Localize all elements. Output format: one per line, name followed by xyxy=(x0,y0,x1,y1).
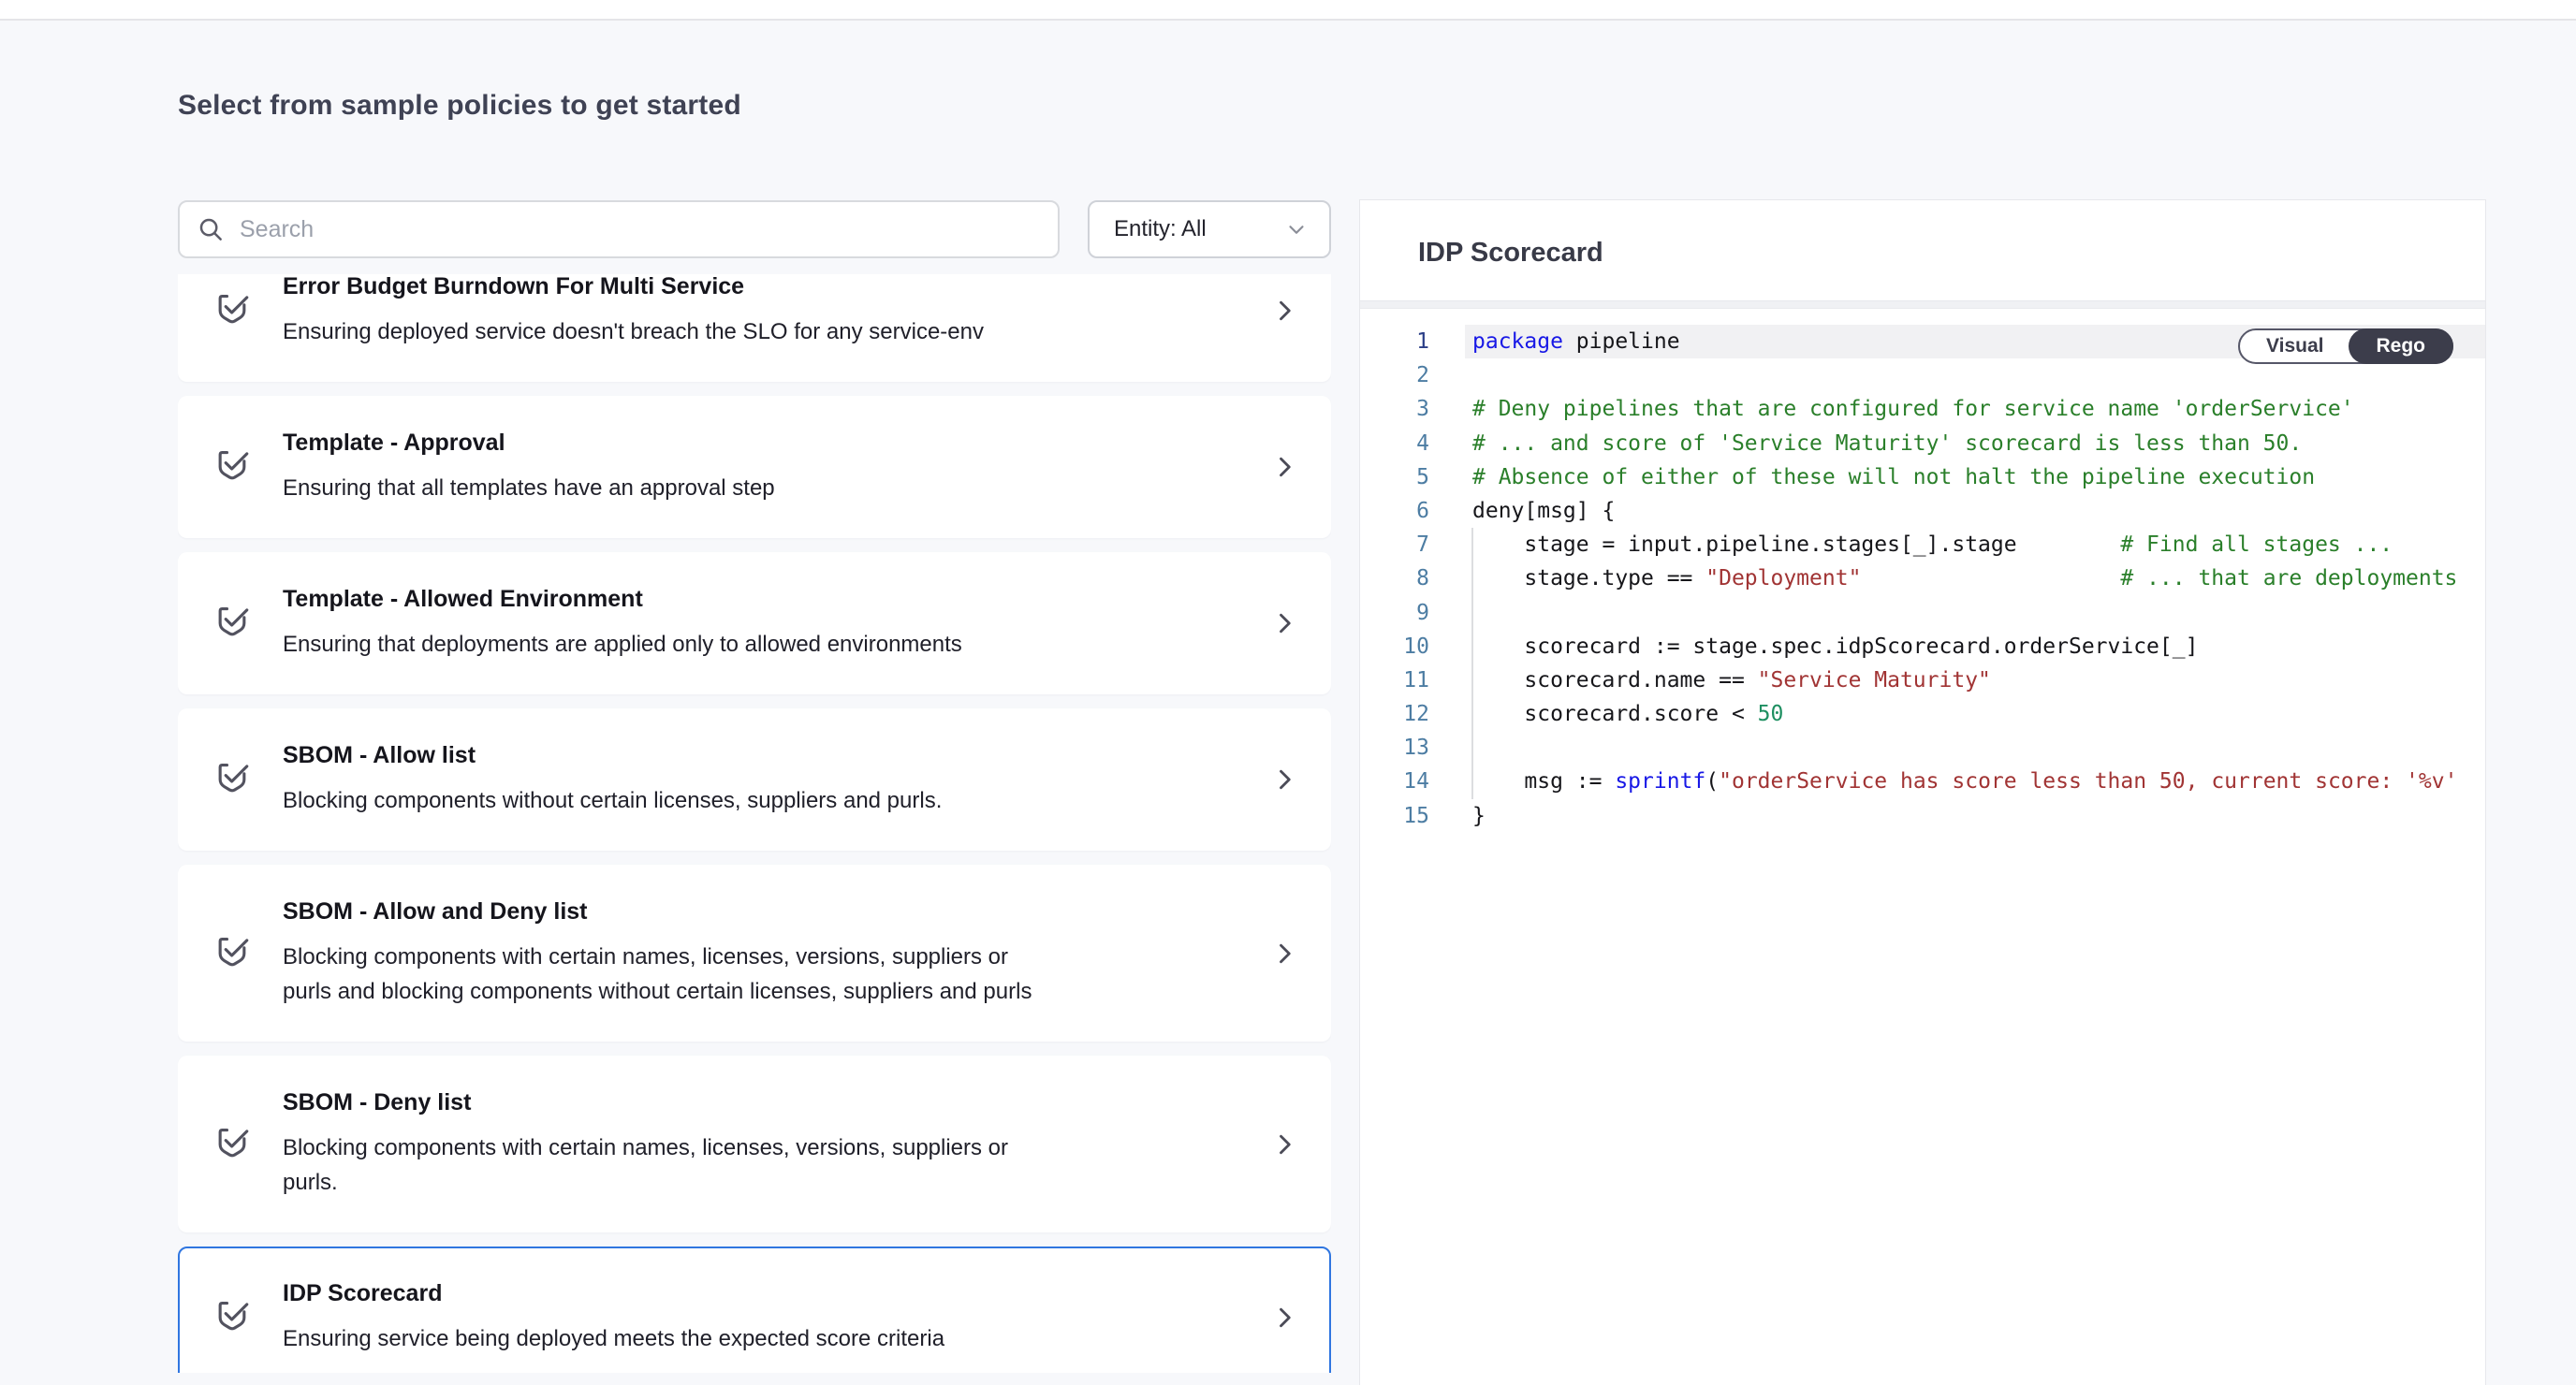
preview-panel: IDP Scorecard Visual Rego 1package pipel… xyxy=(1359,199,2486,1385)
preview-header-divider xyxy=(1360,300,2485,309)
policy-title: Template - Approval xyxy=(283,429,1271,458)
line-number: 5 xyxy=(1360,460,1429,494)
chevron-right-icon[interactable] xyxy=(1271,765,1297,795)
search-box[interactable] xyxy=(178,200,1060,258)
entity-filter-dropdown[interactable]: Entity: All xyxy=(1088,200,1331,258)
policy-title: SBOM - Allow list xyxy=(283,741,1271,770)
page-title: Select from sample policies to get start… xyxy=(178,90,741,122)
line-number: 1 xyxy=(1360,325,1429,358)
shield-check-icon xyxy=(212,445,253,489)
line-number: 15 xyxy=(1360,799,1429,833)
chevron-right-icon[interactable] xyxy=(1271,452,1297,482)
view-toggle[interactable]: Visual Rego xyxy=(2238,328,2453,364)
chevron-right-icon[interactable] xyxy=(1271,1303,1297,1333)
line-number: 6 xyxy=(1360,494,1429,528)
code-line[interactable]: 6deny[msg] { xyxy=(1360,494,2485,528)
policy-title: SBOM - Allow and Deny list xyxy=(283,897,1271,926)
line-number: 2 xyxy=(1360,358,1429,392)
code-line[interactable]: 12 scorecard.score < 50 xyxy=(1360,697,2485,731)
shield-check-icon xyxy=(212,601,253,646)
code-line[interactable]: 14 msg := sprintf("orderService has scor… xyxy=(1360,765,2485,798)
line-number: 14 xyxy=(1360,765,1429,798)
shield-check-icon xyxy=(212,931,253,976)
chevron-down-icon xyxy=(1284,217,1309,241)
code-line[interactable]: 8 stage.type == "Deployment" # ... that … xyxy=(1360,561,2485,595)
line-number: 12 xyxy=(1360,697,1429,731)
preview-title: IDP Scorecard xyxy=(1418,238,2485,269)
line-number: 11 xyxy=(1360,663,1429,697)
toggle-rego[interactable]: Rego xyxy=(2349,328,2454,364)
policy-card-text: Template - Allowed Environment Ensuring … xyxy=(283,585,1271,662)
shield-check-icon xyxy=(212,288,253,333)
code-line[interactable]: 10 scorecard := stage.spec.idpScorecard.… xyxy=(1360,630,2485,663)
line-number: 8 xyxy=(1360,561,1429,595)
chevron-right-icon[interactable] xyxy=(1271,296,1297,326)
policy-card[interactable]: SBOM - Allow list Blocking components wi… xyxy=(178,708,1331,851)
shield-check-icon xyxy=(212,1295,253,1340)
policy-card[interactable]: SBOM - Deny list Blocking components wit… xyxy=(178,1056,1331,1232)
code-line[interactable]: 5# Absence of either of these will not h… xyxy=(1360,460,2485,494)
policy-card-text: Template - Approval Ensuring that all te… xyxy=(283,429,1271,505)
code-editor[interactable]: 1package pipeline23# Deny pipelines that… xyxy=(1360,309,2485,833)
policy-card-text: SBOM - Allow and Deny list Blocking comp… xyxy=(283,897,1271,1009)
policy-description: Ensuring that deployments are applied on… xyxy=(283,627,1050,662)
policy-description: Ensuring service being deployed meets th… xyxy=(283,1321,1050,1356)
policy-title: SBOM - Deny list xyxy=(283,1088,1271,1117)
entity-filter-label: Entity: All xyxy=(1114,216,1284,242)
policy-card[interactable]: SBOM - Allow and Deny list Blocking comp… xyxy=(178,865,1331,1042)
search-icon xyxy=(197,215,225,243)
policy-card[interactable]: Template - Allowed Environment Ensuring … xyxy=(178,552,1331,694)
line-number: 3 xyxy=(1360,392,1429,426)
code-line[interactable]: 9 xyxy=(1360,596,2485,630)
policy-description: Blocking components with certain names, … xyxy=(283,940,1050,1009)
preview-header: IDP Scorecard xyxy=(1360,200,2485,300)
policy-card-text: Error Budget Burndown For Multi Service … xyxy=(283,274,1271,349)
controls-row: Entity: All xyxy=(178,200,1331,258)
policy-description: Blocking components with certain names, … xyxy=(283,1130,1050,1200)
line-number: 4 xyxy=(1360,427,1429,460)
policy-description: Ensuring that all templates have an appr… xyxy=(283,471,1050,505)
line-number: 13 xyxy=(1360,731,1429,765)
shield-check-icon xyxy=(212,1122,253,1167)
code-line[interactable]: 15} xyxy=(1360,799,2485,833)
policy-card-text: IDP Scorecard Ensuring service being dep… xyxy=(283,1279,1271,1356)
policy-description: Ensuring deployed service doesn't breach… xyxy=(283,314,1050,349)
policy-card[interactable]: IDP Scorecard Ensuring service being dep… xyxy=(178,1246,1331,1373)
line-number: 10 xyxy=(1360,630,1429,663)
code-line[interactable]: 13 xyxy=(1360,731,2485,765)
chevron-right-icon[interactable] xyxy=(1271,608,1297,638)
code-line[interactable]: 11 scorecard.name == "Service Maturity" xyxy=(1360,663,2485,697)
code-line[interactable]: 3# Deny pipelines that are configured fo… xyxy=(1360,392,2485,426)
line-number: 7 xyxy=(1360,528,1429,561)
policy-card[interactable]: Error Budget Burndown For Multi Service … xyxy=(178,274,1331,382)
chevron-right-icon[interactable] xyxy=(1271,1130,1297,1159)
line-number: 9 xyxy=(1360,596,1429,630)
chevron-right-icon[interactable] xyxy=(1271,939,1297,969)
policy-title: Template - Allowed Environment xyxy=(283,585,1271,614)
code-line[interactable]: 7 stage = input.pipeline.stages[_].stage… xyxy=(1360,528,2485,561)
policy-title: Error Budget Burndown For Multi Service xyxy=(283,274,1271,301)
toggle-visual[interactable]: Visual xyxy=(2238,328,2351,364)
code-line[interactable]: 4# ... and score of 'Service Maturity' s… xyxy=(1360,427,2485,460)
search-input[interactable] xyxy=(240,216,1041,243)
policy-card[interactable]: Template - Approval Ensuring that all te… xyxy=(178,396,1331,538)
policy-card-text: SBOM - Allow list Blocking components wi… xyxy=(283,741,1271,818)
top-bar xyxy=(0,0,2576,21)
shield-check-icon xyxy=(212,757,253,802)
policy-description: Blocking components without certain lice… xyxy=(283,783,1050,818)
policy-title: IDP Scorecard xyxy=(283,1279,1271,1308)
policy-card-text: SBOM - Deny list Blocking components wit… xyxy=(283,1088,1271,1200)
policy-list: Error Budget Burndown For Multi Service … xyxy=(178,274,1331,1373)
